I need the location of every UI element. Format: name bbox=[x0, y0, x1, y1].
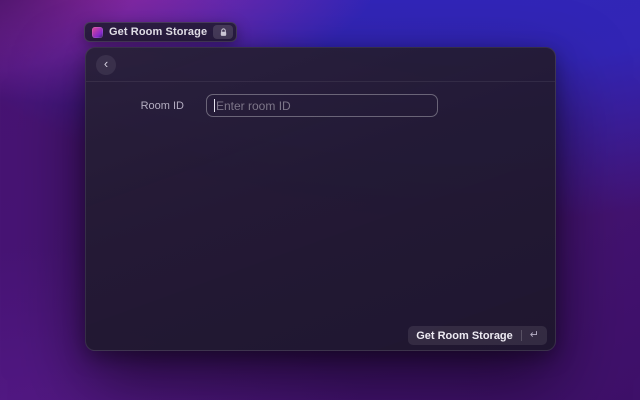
room-id-label: Room ID bbox=[86, 100, 184, 112]
command-pill[interactable]: Get Room Storage bbox=[84, 22, 237, 42]
action-label: Get Room Storage bbox=[416, 330, 513, 342]
button-divider bbox=[521, 330, 522, 341]
room-id-input-wrap bbox=[206, 94, 438, 117]
get-room-storage-button[interactable]: Get Room Storage ↵ bbox=[408, 326, 547, 345]
room-id-form-row: Room ID bbox=[86, 94, 555, 117]
back-chevron-icon: ‹ bbox=[104, 57, 108, 70]
text-cursor bbox=[214, 99, 215, 112]
lock-badge bbox=[213, 25, 233, 39]
window-header: ‹ bbox=[86, 48, 555, 82]
extension-icon bbox=[92, 27, 103, 38]
lock-icon bbox=[219, 28, 228, 37]
enter-key-icon: ↵ bbox=[530, 330, 539, 341]
room-id-input[interactable] bbox=[206, 94, 438, 117]
desktop-wallpaper: { "colors": { "wallpaper_purple": "#4715… bbox=[0, 0, 640, 400]
back-button[interactable]: ‹ bbox=[96, 55, 116, 75]
command-title: Get Room Storage bbox=[109, 26, 207, 38]
get-room-storage-window: ‹ Room ID Get Room Storage ↵ bbox=[85, 47, 556, 351]
